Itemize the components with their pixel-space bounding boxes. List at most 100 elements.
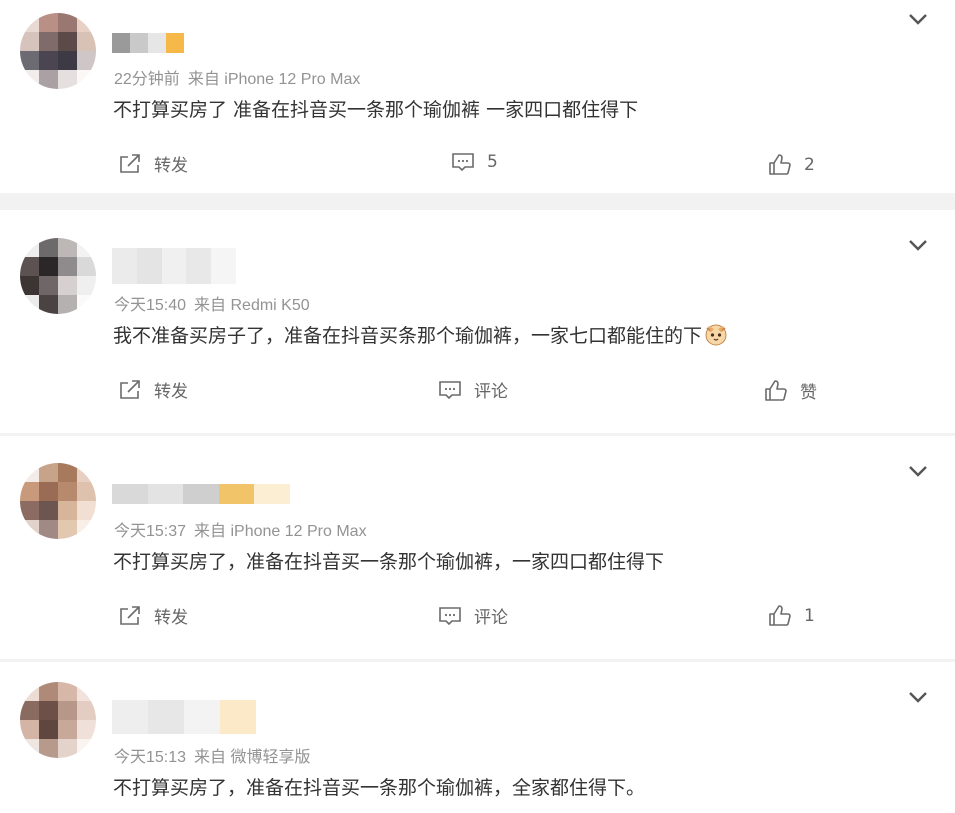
avatar[interactable] bbox=[20, 463, 96, 539]
avatar-mosaic-tile bbox=[20, 739, 39, 758]
comment-label: 评论 bbox=[474, 608, 508, 628]
like-button[interactable]: 赞 bbox=[764, 378, 817, 403]
avatar-mosaic-tile bbox=[58, 276, 77, 295]
avatar-mosaic-tile bbox=[39, 51, 58, 70]
avatar-mosaic-tile bbox=[39, 739, 58, 758]
like-count: 1 bbox=[804, 606, 815, 626]
avatar-mosaic-tile bbox=[20, 682, 39, 701]
comment-time: 今天15:40 bbox=[114, 297, 187, 314]
avatar-mosaic-tile bbox=[77, 463, 96, 482]
comment-button[interactable]: 5 bbox=[451, 151, 498, 173]
like-button[interactable]: 1 bbox=[768, 604, 815, 628]
avatar-mosaic-tile bbox=[39, 257, 58, 276]
avatar-mosaic-tile bbox=[58, 51, 77, 70]
avatar-mosaic-tile bbox=[39, 682, 58, 701]
avatar-mosaic-tile bbox=[58, 70, 77, 89]
comment-icon bbox=[439, 606, 461, 625]
like-count: 2 bbox=[804, 155, 815, 175]
avatar-mosaic-tile bbox=[20, 295, 39, 314]
avatar-mosaic-tile bbox=[77, 238, 96, 257]
avatar[interactable] bbox=[20, 238, 96, 314]
comment-time: 今天15:37 bbox=[114, 523, 187, 540]
comment-icon bbox=[439, 380, 461, 399]
repost-button[interactable]: 转发 bbox=[118, 377, 188, 402]
thumbs-up-icon bbox=[769, 605, 791, 626]
avatar-mosaic-tile bbox=[39, 482, 58, 501]
chevron-down-icon[interactable] bbox=[907, 12, 929, 26]
comment-meta: 今天15:37 来自 iPhone 12 Pro Max bbox=[114, 517, 367, 541]
avatar-mosaic-tile bbox=[77, 276, 96, 295]
comment-source: 来自 iPhone 12 Pro Max bbox=[194, 523, 367, 540]
comment-source: 来自 iPhone 12 Pro Max bbox=[187, 71, 361, 88]
repost-button[interactable]: 转发 bbox=[118, 603, 188, 628]
username-blurred[interactable] bbox=[112, 484, 290, 504]
like-button[interactable]: 2 bbox=[768, 153, 815, 177]
name-mosaic-tile bbox=[130, 33, 148, 53]
username-blurred[interactable] bbox=[112, 248, 236, 284]
username-blurred[interactable] bbox=[112, 700, 256, 734]
name-mosaic-tile bbox=[254, 484, 290, 504]
avatar-mosaic-tile bbox=[58, 257, 77, 276]
avatar-mosaic-tile bbox=[20, 520, 39, 539]
avatar-mosaic-tile bbox=[58, 295, 77, 314]
avatar-mosaic-tile bbox=[39, 463, 58, 482]
avatar-mosaic-tile bbox=[20, 32, 39, 51]
avatar-mosaic-tile bbox=[77, 295, 96, 314]
repost-label: 转发 bbox=[154, 156, 188, 176]
repost-icon bbox=[120, 605, 140, 625]
avatar-mosaic-tile bbox=[77, 32, 96, 51]
thumbs-up-icon bbox=[769, 154, 791, 175]
comment-meta: 今天15:13 来自 微博轻享版 bbox=[114, 743, 311, 767]
comment-card: 今天15:13 来自 微博轻享版 不打算买房了，准备在抖音买一条那个瑜伽裤，全家都… bbox=[0, 662, 955, 813]
comment-icon bbox=[452, 153, 474, 172]
avatar-mosaic-tile bbox=[77, 682, 96, 701]
avatar-mosaic-tile bbox=[20, 276, 39, 295]
comment-meta: 今天15:40 来自 Redmi K50 bbox=[114, 291, 310, 315]
avatar-mosaic-tile bbox=[20, 13, 39, 32]
avatar-mosaic-tile bbox=[58, 739, 77, 758]
thumbs-up-icon bbox=[765, 379, 787, 401]
comment-card: 今天15:37 来自 iPhone 12 Pro Max 不打算买房了，准备在抖音… bbox=[0, 436, 955, 659]
avatar-mosaic-tile bbox=[58, 720, 77, 739]
avatar[interactable] bbox=[20, 682, 96, 758]
avatar-mosaic-tile bbox=[77, 720, 96, 739]
name-mosaic-tile bbox=[220, 700, 256, 734]
comment-text: 不打算买房了 准备在抖音买一条那个瑜伽裤 一家四口都住得下 bbox=[113, 99, 639, 121]
repost-icon bbox=[120, 153, 140, 173]
avatar-mosaic-tile bbox=[58, 32, 77, 51]
avatar-mosaic-tile bbox=[39, 70, 58, 89]
avatar-mosaic-tile bbox=[39, 13, 58, 32]
chevron-down-icon[interactable] bbox=[907, 464, 929, 478]
name-mosaic-tile bbox=[148, 700, 184, 734]
comment-time: 今天15:13 bbox=[114, 749, 187, 766]
repost-button[interactable]: 转发 bbox=[118, 151, 188, 176]
avatar-mosaic-tile bbox=[77, 257, 96, 276]
avatar[interactable] bbox=[20, 13, 96, 89]
avatar-mosaic-tile bbox=[20, 70, 39, 89]
avatar-mosaic-tile bbox=[20, 701, 39, 720]
chevron-down-icon[interactable] bbox=[907, 238, 929, 252]
comment-text: 我不准备买房子了，准备在抖音买条那个瑜伽裤，一家七口都能住的下 bbox=[113, 321, 728, 348]
avatar-mosaic-tile bbox=[39, 276, 58, 295]
avatar-mosaic-tile bbox=[77, 13, 96, 32]
avatar-mosaic-tile bbox=[39, 295, 58, 314]
repost-label: 转发 bbox=[154, 382, 188, 402]
chevron-down-icon[interactable] bbox=[907, 690, 929, 704]
avatar-mosaic-tile bbox=[20, 238, 39, 257]
avatar-mosaic-tile bbox=[39, 701, 58, 720]
name-mosaic-tile bbox=[211, 248, 236, 284]
comment-button[interactable]: 评论 bbox=[438, 377, 508, 402]
avatar-mosaic-tile bbox=[58, 501, 77, 520]
username-blurred[interactable] bbox=[112, 33, 184, 53]
comment-card: 今天15:40 来自 Redmi K50 我不准备买房子了，准备在抖音买条那个瑜伽… bbox=[0, 210, 955, 433]
comment-button[interactable]: 评论 bbox=[438, 603, 508, 628]
name-mosaic-tile bbox=[112, 33, 130, 53]
avatar-mosaic-tile bbox=[20, 257, 39, 276]
avatar-mosaic-tile bbox=[77, 501, 96, 520]
avatar-mosaic-tile bbox=[77, 51, 96, 70]
comment-label: 评论 bbox=[474, 382, 508, 402]
name-mosaic-tile bbox=[147, 484, 184, 504]
avatar-mosaic-tile bbox=[39, 720, 58, 739]
avatar-mosaic-tile bbox=[77, 520, 96, 539]
name-mosaic-tile bbox=[112, 484, 148, 504]
